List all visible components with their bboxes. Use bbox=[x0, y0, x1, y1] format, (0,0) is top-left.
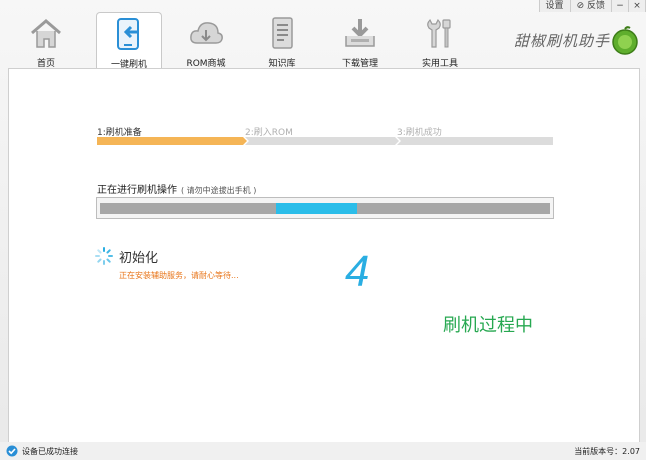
app-window: 设置 ⊘ 反馈 − × 首页 一键刷机 ROM商城 知识库 下载管理 实用工具 … bbox=[0, 0, 646, 460]
flashing-caption: 刷机过程中 bbox=[443, 315, 533, 336]
tab-rom-store[interactable]: ROM商城 bbox=[174, 12, 238, 69]
status-bar: 设备已成功连接 当前版本号：2.07 bbox=[0, 442, 646, 460]
phone-flash-icon bbox=[117, 18, 139, 50]
version-label: 当前版本号：2.07 bbox=[574, 447, 640, 456]
step-1-segment bbox=[97, 137, 247, 145]
progress-indicator bbox=[275, 203, 357, 214]
content-panel: 1:刷机准备 2:刷入ROM 3:刷机成功 正在进行刷机操作 ( 请勿中途拔出手机… bbox=[8, 68, 640, 444]
operation-note: ( 请勿中途拔出手机 ) bbox=[181, 186, 257, 195]
document-icon bbox=[272, 17, 293, 49]
tab-one-click-flash[interactable]: 一键刷机 bbox=[96, 12, 162, 71]
download-tray-icon bbox=[345, 19, 375, 47]
operation-title-text: 正在进行刷机操作 bbox=[97, 185, 177, 196]
loading-spinner-icon bbox=[95, 247, 113, 265]
operation-title: 正在进行刷机操作 ( 请勿中途拔出手机 ) bbox=[97, 181, 256, 196]
status-title: 初始化 bbox=[119, 251, 159, 266]
cloud-download-icon bbox=[190, 22, 223, 44]
tab-utilities[interactable]: 实用工具 bbox=[408, 12, 472, 69]
tab-knowledge-base[interactable]: 知识库 bbox=[250, 12, 314, 69]
progress-track bbox=[100, 203, 550, 214]
tools-icon bbox=[427, 18, 451, 48]
status-detail: 正在安装辅助服务，请耐心等待... bbox=[119, 271, 239, 280]
step-number: 4 bbox=[345, 247, 370, 296]
step-progress-bar bbox=[97, 137, 553, 145]
connected-check-icon bbox=[6, 445, 18, 457]
flash-steps: 1:刷机准备 2:刷入ROM 3:刷机成功 bbox=[97, 125, 553, 147]
flash-progress-bar bbox=[96, 197, 554, 219]
step-2-segment bbox=[245, 137, 399, 145]
tab-home[interactable]: 首页 bbox=[14, 12, 78, 69]
brand-name: 甜椒刷机助手 bbox=[514, 32, 611, 50]
connection-status: 设备已成功连接 bbox=[22, 447, 78, 456]
tab-download-manager[interactable]: 下载管理 bbox=[328, 12, 392, 69]
pepper-logo-icon bbox=[612, 26, 638, 55]
step-3-segment bbox=[397, 137, 553, 145]
home-icon bbox=[31, 19, 61, 48]
